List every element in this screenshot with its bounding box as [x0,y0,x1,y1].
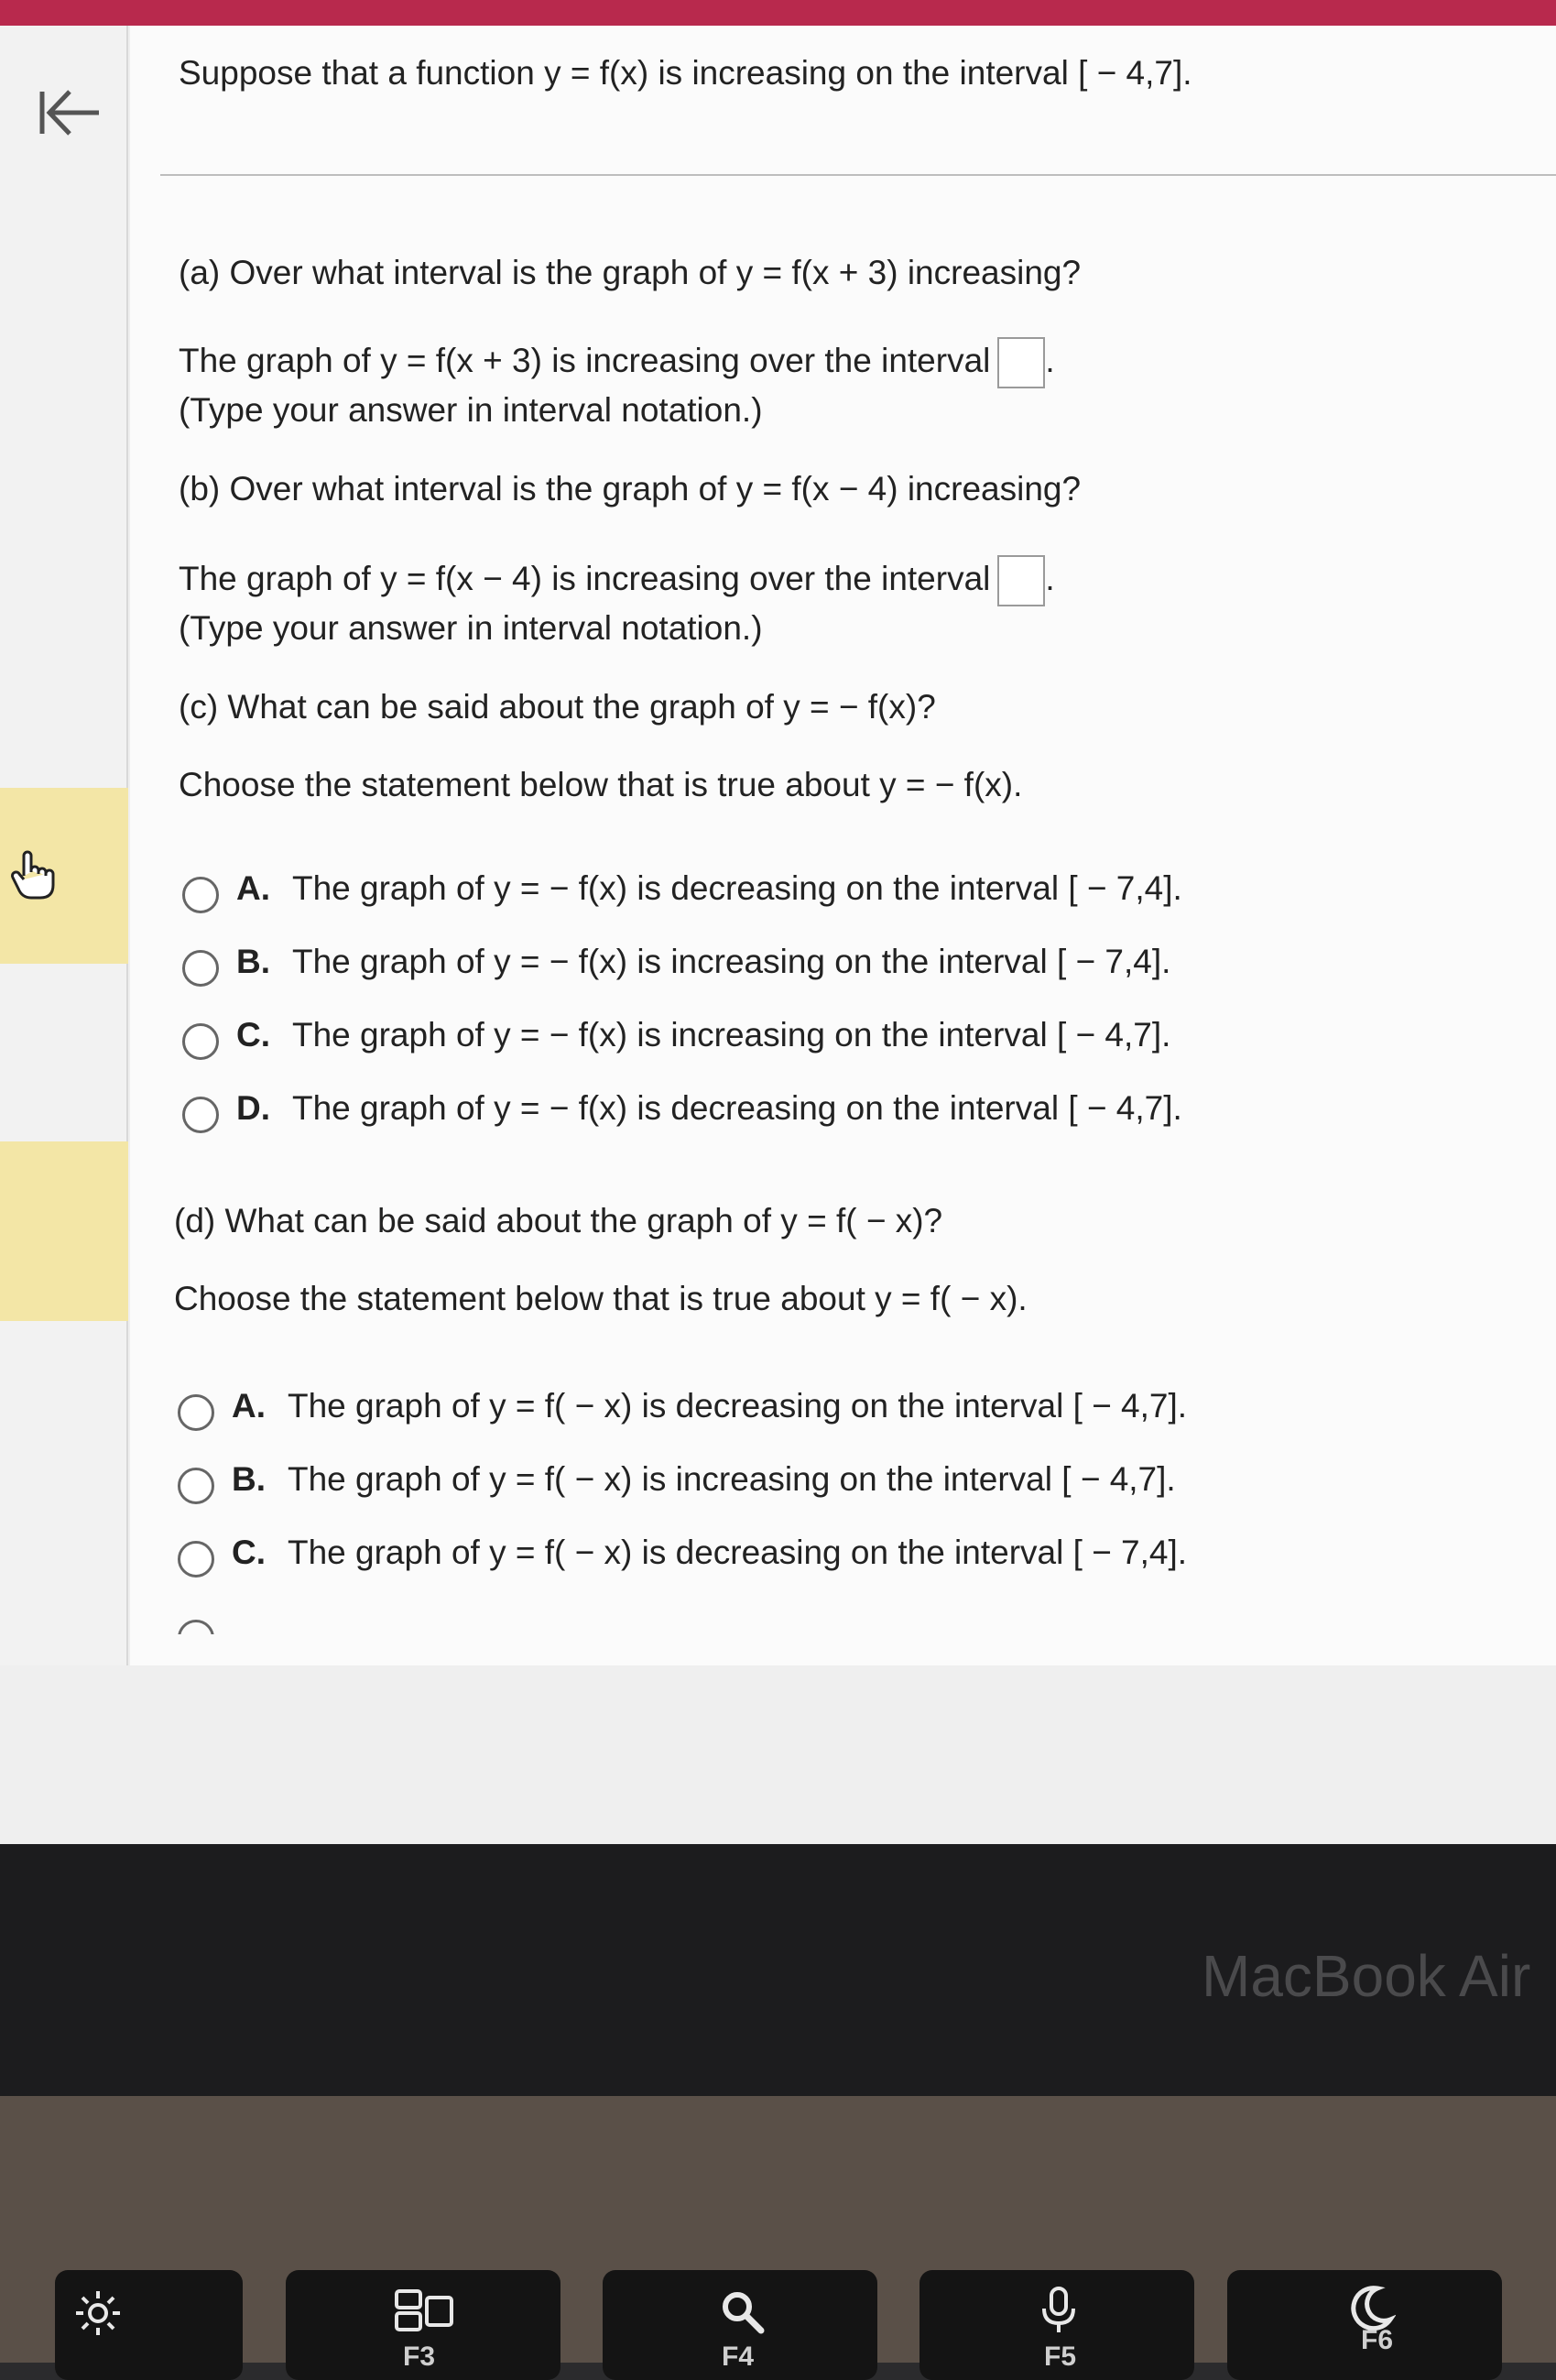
focus-highlight-part-d [0,1141,128,1321]
key-f5[interactable]: F5 [919,2270,1194,2380]
key-f6[interactable]: F6 [1227,2270,1502,2380]
part-c-option-c[interactable]: C. The graph of y = − f(x) is increasing … [236,1015,1170,1055]
option-text: The graph of y = f( − x) is increasing o… [288,1460,1176,1498]
cutoff-option-row [178,1620,1203,1634]
mission-control-icon [394,2288,454,2342]
option-text: The graph of y = f( − x) is decreasing o… [288,1387,1188,1425]
part-d-question: (d) What can be said about the graph of … [174,1202,943,1239]
option-letter: B. [236,943,270,980]
part-a-answer-prefix: The graph of y = f(x + 3) is increasing … [179,341,991,379]
option-text: The graph of y = − f(x) is increasing on… [292,1016,1171,1054]
part-d-option-b[interactable]: B. The graph of y = f( − x) is increasing… [232,1459,1176,1500]
part-c-option-c-radio[interactable] [182,1023,219,1060]
part-b-hint: (Type your answer in interval notation.) [179,609,763,647]
option-letter: D. [236,1089,270,1127]
part-c-option-b-radio[interactable] [182,950,219,987]
part-d-option-c-radio[interactable] [178,1541,214,1578]
part-c-option-a-radio[interactable] [182,877,219,913]
search-icon [717,2287,767,2345]
option-letter: A. [236,869,270,907]
problem-statement: Suppose that a function y = f(x) is incr… [179,54,1192,92]
header-divider [160,174,1556,176]
device-brand: MacBook Air [1202,1943,1531,2009]
part-b-question: (b) Over what interval is the graph of y… [179,470,1082,508]
part-a-answer-input[interactable] [997,337,1046,388]
key-brightness[interactable] [55,2270,243,2380]
part-b-answer-prefix: The graph of y = f(x − 4) is increasing … [179,559,991,597]
part-b-answer-suffix: . [1045,559,1055,597]
screen: Suppose that a function y = f(x) is incr… [0,26,1556,1844]
part-a-answer-line: The graph of y = f(x + 3) is increasing … [179,337,1055,388]
part-c-option-a[interactable]: A. The graph of y = − f(x) is decreasing … [236,868,1182,909]
option-text: The graph of y = − f(x) is decreasing on… [292,869,1182,907]
option-letter: C. [232,1534,266,1571]
part-d-option-a[interactable]: A. The graph of y = f( − x) is decreasing… [232,1386,1187,1426]
part-d-instruction: Choose the statement below that is true … [174,1280,1028,1317]
back-arrow-icon[interactable] [37,81,106,145]
key-f3[interactable]: F3 [286,2270,560,2380]
part-c-question: (c) What can be said about the graph of … [179,688,936,726]
option-letter: A. [232,1387,266,1425]
key-label: F6 [1361,2325,1394,2355]
hand-pointer-cursor-icon [9,848,57,901]
part-b-answer-input[interactable] [997,555,1046,606]
part-d-option-b-radio[interactable] [178,1468,214,1504]
key-label: F5 [1044,2342,1077,2372]
part-a-answer-suffix: . [1045,341,1055,379]
part-d-option-a-radio[interactable] [178,1394,214,1431]
part-c-instruction: Choose the statement below that is true … [179,766,1023,803]
part-d-option-c[interactable]: C. The graph of y = f( − x) is decreasing… [232,1533,1187,1573]
part-c-option-d-radio[interactable] [182,1097,219,1133]
key-label: F4 [722,2342,755,2372]
microphone-icon [1039,2285,1079,2345]
option-text: The graph of y = f( − x) is decreasing o… [288,1534,1188,1571]
option-text: The graph of y = − f(x) is decreasing on… [292,1089,1182,1127]
part-c-option-d[interactable]: D. The graph of y = − f(x) is decreasing … [236,1088,1182,1129]
key-label: F3 [403,2342,436,2372]
part-a-question: (a) Over what interval is the graph of y… [179,254,1082,291]
brightness-icon [73,2288,123,2347]
part-b-answer-line: The graph of y = f(x − 4) is increasing … [179,555,1055,606]
key-f4[interactable]: F4 [603,2270,877,2380]
part-c-option-b[interactable]: B. The graph of y = − f(x) is increasing … [236,942,1170,982]
option-letter: B. [232,1460,266,1498]
option-text: The graph of y = − f(x) is increasing on… [292,943,1171,980]
laptop-bezel: MacBook Air [0,1844,1556,2096]
option-letter: C. [236,1016,270,1054]
part-a-hint: (Type your answer in interval notation.) [179,391,763,429]
browser-top-bar [0,0,1556,26]
